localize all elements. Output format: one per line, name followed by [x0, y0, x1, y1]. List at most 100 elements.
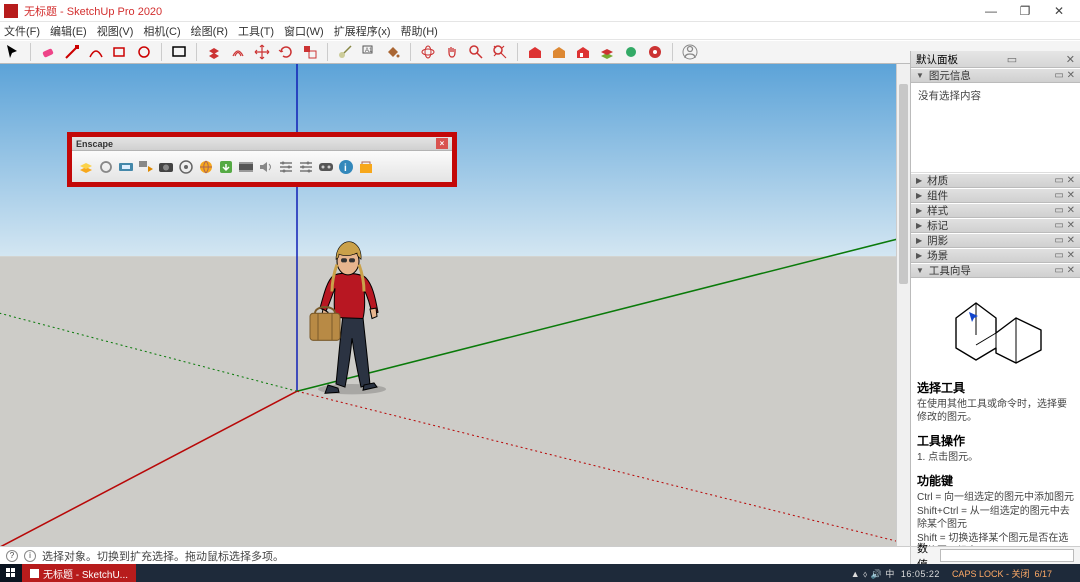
enscape-sound-button[interactable] [256, 157, 275, 176]
enscape-live-update-button[interactable] [96, 157, 115, 176]
enscape-general-settings-button[interactable] [296, 157, 315, 176]
panel-materials-header[interactable]: ▶材质▭ ✕ [911, 173, 1080, 188]
tape-measure-button[interactable] [336, 43, 354, 61]
pushpull-tool-button[interactable] [205, 43, 223, 61]
menu-camera[interactable]: 相机(C) [143, 23, 180, 39]
instructor-title: 选择工具 [917, 379, 1080, 396]
instructor-mod-3: Shift = 切换选择某个图元是否在选定的图元组中 [917, 532, 1074, 546]
orbit-tool-button[interactable] [419, 43, 437, 61]
system-tray[interactable]: ▲ ⬨ 🔊 中 16:05:22 [845, 567, 946, 580]
viewport-scrollbar[interactable] [896, 64, 910, 546]
enscape-visual-settings-button[interactable] [276, 157, 295, 176]
status-bar: ? i 选择对象。切换到扩充选择。拖动鼠标选择多项。 [0, 546, 910, 564]
arc-tool-button[interactable] [87, 43, 105, 61]
enscape-manage-views-button[interactable] [136, 157, 155, 176]
enscape-mono-pano-button[interactable] [196, 157, 215, 176]
window-maximize-button[interactable]: ❐ [1008, 1, 1042, 21]
rectangle-tool-button[interactable] [170, 43, 188, 61]
titlebar: 无标题 - SketchUp Pro 2020 — ❐ ✕ [0, 0, 1080, 22]
enscape-start-button[interactable] [76, 157, 95, 176]
panel-scenes-header[interactable]: ▶场景▭ ✕ [911, 248, 1080, 263]
select-tool-button[interactable] [4, 43, 22, 61]
instructor-illustration [911, 288, 1080, 371]
windows-taskbar: 无标题 - SketchU... ▲ ⬨ 🔊 中 16:05:22 CAPS L… [0, 564, 1080, 582]
menubar: 文件(F) 编辑(E) 视图(V) 相机(C) 绘图(R) 工具(T) 窗口(W… [0, 22, 1080, 40]
zoom-extents-button[interactable] [491, 43, 509, 61]
ext-button-2[interactable] [622, 43, 640, 61]
panel-entity-info-body: 没有选择内容 [911, 83, 1080, 173]
enscape-sync-views-button[interactable] [116, 157, 135, 176]
status-info-icon[interactable]: i [24, 550, 36, 562]
menu-view[interactable]: 视图(V) [97, 23, 134, 39]
viewport-container: Enscape × i [0, 64, 910, 546]
tray-pin-icon[interactable]: ▭ [1007, 53, 1017, 66]
enscape-toolbar-highlight: Enscape × i [67, 132, 457, 187]
move-tool-button[interactable] [253, 43, 271, 61]
zoom-tool-button[interactable] [467, 43, 485, 61]
window-title: 无标题 - SketchUp Pro 2020 [24, 3, 162, 19]
instructor-ops-1: 1. 点击图元。 [917, 451, 1074, 464]
enscape-vr-button[interactable] [316, 157, 335, 176]
eraser-tool-button[interactable] [39, 43, 57, 61]
paint-bucket-button[interactable] [384, 43, 402, 61]
window-minimize-button[interactable]: — [974, 1, 1008, 21]
menu-window[interactable]: 窗口(W) [284, 23, 324, 39]
enscape-about-button[interactable]: i [336, 157, 355, 176]
menu-help[interactable]: 帮助(H) [401, 23, 438, 39]
enscape-toolbar-titlebar[interactable]: Enscape × [72, 137, 452, 151]
menu-extensions[interactable]: 扩展程序(x) [334, 23, 391, 39]
panel-tags-header[interactable]: ▶标记▭ ✕ [911, 218, 1080, 233]
warehouse-button-2[interactable] [550, 43, 568, 61]
tray-close-icon[interactable]: ✕ [1066, 53, 1075, 66]
enscape-batch-render-button[interactable] [176, 157, 195, 176]
instructor-panel-body: 选择工具 在使用其他工具或命令时，选择要修改的图元。 工具操作 1. 点击图元。… [911, 278, 1080, 546]
panel-shadows-header[interactable]: ▶阴影▭ ✕ [911, 233, 1080, 248]
enscape-video-button[interactable] [236, 157, 255, 176]
instructor-mod-heading: 功能键 [917, 472, 1080, 489]
enscape-exe-export-button[interactable] [216, 157, 235, 176]
taskbar-app-sketchup[interactable]: 无标题 - SketchU... [22, 564, 136, 582]
measurements-input[interactable] [940, 549, 1074, 562]
scale-tool-button[interactable] [301, 43, 319, 61]
instructor-mod-1: Ctrl = 向一组选定的图元中添加图元 [917, 491, 1074, 504]
caps-lock-indicator: CAPS LOCK - 关闭 6/17 [946, 567, 1058, 580]
svg-text:A1: A1 [365, 48, 373, 54]
panel-components-header[interactable]: ▶组件▭ ✕ [911, 188, 1080, 203]
enscape-toolbar-close[interactable]: × [436, 138, 448, 149]
app-logo [4, 4, 18, 18]
enscape-toolbar-body: i [72, 151, 452, 182]
ext-button-3[interactable] [646, 43, 664, 61]
enscape-screenshot-button[interactable] [156, 157, 175, 176]
tray-header[interactable]: 默认面板 ▭ ✕ [911, 51, 1080, 68]
menu-tools[interactable]: 工具(T) [238, 23, 274, 39]
menu-draw[interactable]: 绘图(R) [191, 23, 228, 39]
panel-instructor-header[interactable]: ▼工具向导▭ ✕ [911, 263, 1080, 278]
rotate-tool-button[interactable] [277, 43, 295, 61]
instructor-ops-heading: 工具操作 [917, 432, 1080, 449]
status-help-icon[interactable]: ? [6, 550, 18, 562]
start-button[interactable] [0, 564, 22, 582]
status-hint: 选择对象。切换到扩充选择。拖动鼠标选择多项。 [42, 548, 284, 564]
panel-styles-header[interactable]: ▶样式▭ ✕ [911, 203, 1080, 218]
enscape-asset-library-button[interactable] [356, 157, 375, 176]
menu-edit[interactable]: 编辑(E) [50, 23, 87, 39]
circle-tool-button[interactable] [135, 43, 153, 61]
instructor-desc: 在使用其他工具或命令时，选择要修改的图元。 [917, 398, 1074, 424]
line-tool-button[interactable] [63, 43, 81, 61]
instructor-mod-2: Shift+Ctrl = 从一组选定的图元中去除某个图元 [917, 505, 1074, 531]
panel-entity-info-header[interactable]: ▼图元信息▭ ✕ [911, 68, 1080, 83]
pan-tool-button[interactable] [443, 43, 461, 61]
warehouse-button-3[interactable] [574, 43, 592, 61]
window-close-button[interactable]: ✕ [1042, 1, 1076, 21]
tray-title: 默认面板 [916, 52, 958, 67]
signin-button[interactable] [681, 43, 699, 61]
measurements-box: 数值 [910, 546, 1080, 564]
enscape-toolbar-title: Enscape [76, 139, 113, 149]
ext-button-1[interactable] [598, 43, 616, 61]
text-tool-button[interactable]: A1 [360, 43, 378, 61]
warehouse-button-1[interactable] [526, 43, 544, 61]
menu-file[interactable]: 文件(F) [4, 23, 40, 39]
default-tray: 默认面板 ▭ ✕ ▼图元信息▭ ✕ 没有选择内容 ▶材质▭ ✕ ▶组件▭ ✕ ▶… [910, 51, 1080, 546]
shapes-tool-button[interactable] [111, 43, 129, 61]
offset-tool-button[interactable] [229, 43, 247, 61]
